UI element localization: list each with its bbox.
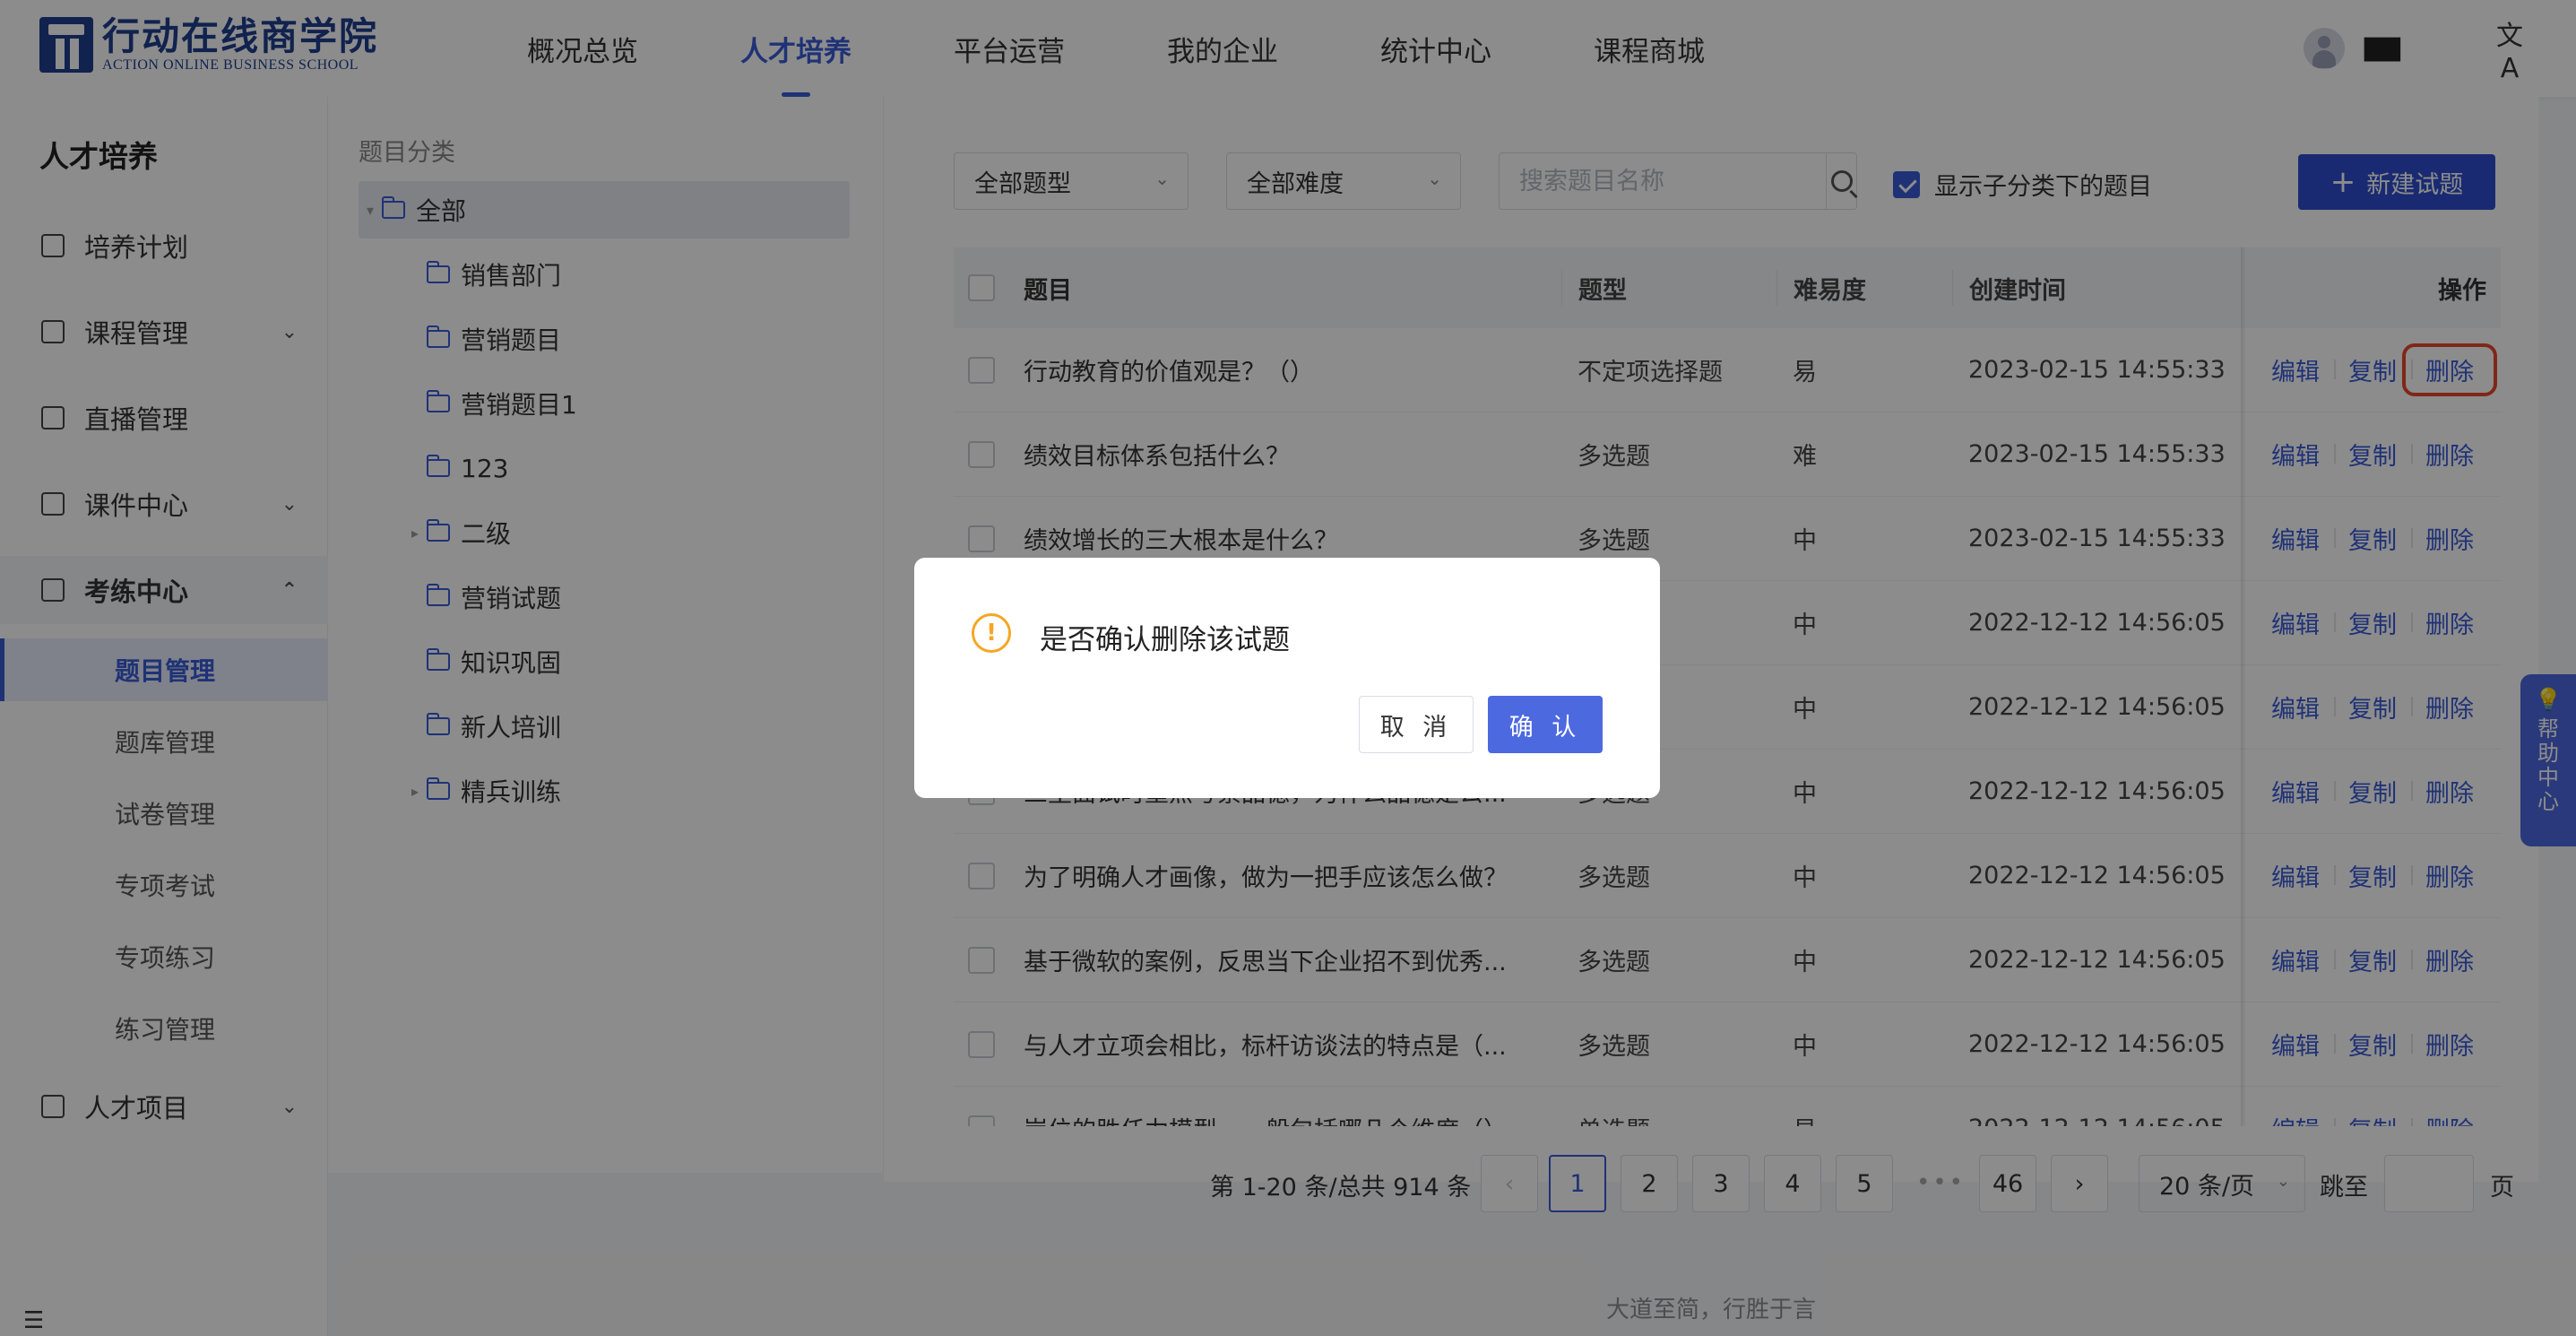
cancel-button[interactable]: 取 消 [1359, 696, 1474, 753]
warning-icon: ! [972, 613, 1011, 653]
dialog-message: 是否确认删除该试题 [1040, 624, 1290, 656]
confirm-button[interactable]: 确 认 [1488, 696, 1603, 753]
confirm-delete-dialog: ! 是否确认删除该试题 取 消 确 认 [914, 558, 1660, 798]
